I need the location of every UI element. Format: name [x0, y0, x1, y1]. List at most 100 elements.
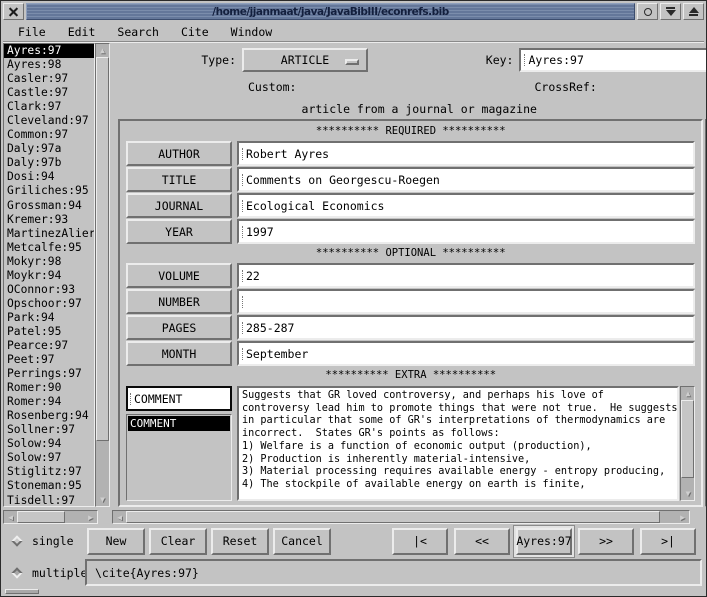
scroll-up-icon[interactable]: ▲ [681, 387, 694, 400]
scrollbar-thumb[interactable] [96, 57, 109, 441]
field-input-month[interactable]: September [237, 341, 695, 366]
sidebar-item-pearce-97[interactable]: Pearce:97 [4, 339, 94, 353]
field-label-author[interactable]: AUTHOR [126, 141, 232, 166]
cancel-button[interactable]: Cancel [273, 528, 331, 555]
scrollbar-thumb[interactable] [17, 511, 65, 523]
sidebar-item-kremer-93[interactable]: Kremer:93 [4, 213, 94, 227]
sidebar-item-martinezalier-9[interactable]: MartinezAlier:9 [4, 227, 94, 241]
clear-button[interactable]: Clear [149, 528, 207, 555]
sidebar-item-grossman-94[interactable]: Grossman:94 [4, 199, 94, 213]
field-label-year[interactable]: YEAR [126, 219, 232, 244]
nav-prev-button[interactable]: << [454, 528, 510, 555]
sidebar-item-ayres-98[interactable]: Ayres:98 [4, 58, 94, 72]
sidebar-item-moykr-94[interactable]: Moykr:94 [4, 269, 94, 283]
scrollbar-trough[interactable] [17, 511, 84, 523]
menu-cite[interactable]: Cite [170, 23, 220, 41]
sidebar-item-stoneman-95[interactable]: Stoneman:95 [4, 479, 94, 493]
sidebar-item-peet-97[interactable]: Peet:97 [4, 353, 94, 367]
sidebar-item-daly-97a[interactable]: Daly:97a [4, 142, 94, 156]
cite-output[interactable]: \cite{Ayres:97} [85, 559, 702, 586]
field-input-journal[interactable]: Ecological Economics [237, 193, 695, 218]
nav-last-button[interactable]: >| [640, 528, 696, 555]
menu-window[interactable]: Window [220, 23, 284, 41]
key-input[interactable]: Ayres:97 [519, 48, 707, 72]
comment-scrollbar[interactable]: ▲ ▼ [680, 386, 695, 501]
comment-textarea[interactable]: Suggests that GR loved controversy, and … [237, 386, 679, 501]
nav-current-key[interactable]: Ayres:97 [516, 528, 572, 555]
raise-button[interactable] [683, 3, 704, 20]
field-input-author[interactable]: Robert Ayres [237, 141, 695, 166]
scroll-right-icon[interactable]: ▶ [676, 511, 689, 523]
sidebar-item-common-97[interactable]: Common:97 [4, 128, 94, 142]
field-label-journal[interactable]: JOURNAL [126, 193, 232, 218]
nav-first-button[interactable]: |< [392, 528, 448, 555]
field-row-author: AUTHORRobert Ayres [126, 141, 695, 166]
sidebar-item-daly-97b[interactable]: Daly:97b [4, 156, 94, 170]
scroll-left-icon[interactable]: ◀ [4, 511, 17, 523]
extra-field-item-comment[interactable]: COMMENT [128, 416, 230, 431]
field-label-title[interactable]: TITLE [126, 167, 232, 192]
sidebar-item-griliches-95[interactable]: Griliches:95 [4, 184, 94, 198]
scrollbar-trough[interactable] [126, 511, 676, 523]
lower-button[interactable] [660, 3, 681, 20]
iconify-button[interactable] [637, 3, 658, 20]
new-button[interactable]: New [87, 528, 145, 555]
menu-file[interactable]: File [7, 23, 57, 41]
sidebar-item-opschoor-97[interactable]: Opschoor:97 [4, 297, 94, 311]
sidebar-item-casler-97[interactable]: Casler:97 [4, 72, 94, 86]
scrollbar-trough[interactable] [681, 400, 694, 487]
sidebar-item-ayres-97[interactable]: Ayres:97 [4, 44, 94, 58]
sidebar-item-tisdell-97[interactable]: Tisdell:97 [4, 494, 94, 508]
scroll-right-icon[interactable]: ▶ [84, 511, 97, 523]
form-hscrollbar[interactable]: ◀ ▶ [112, 510, 690, 524]
scroll-up-icon[interactable]: ▲ [96, 44, 109, 57]
sidebar-item-rosenberg-94[interactable]: Rosenberg:94 [4, 409, 94, 423]
reference-list-scrollbar[interactable]: ▲ ▼ [95, 43, 110, 507]
nav-next-button[interactable]: >> [578, 528, 634, 555]
sidebar-item-perrings-97[interactable]: Perrings:97 [4, 367, 94, 381]
field-input-volume[interactable]: 22 [237, 263, 695, 288]
scrollbar-trough[interactable] [96, 57, 109, 493]
reference-list-hscrollbar[interactable]: ◀ ▶ [3, 510, 98, 524]
sidebar-item-sollner-97[interactable]: Sollner:97 [4, 423, 94, 437]
field-label-month[interactable]: MONTH [126, 341, 232, 366]
resize-grip[interactable] [5, 589, 39, 594]
reference-list[interactable]: Ayres:97Ayres:98Casler:97Castle:97Clark:… [3, 43, 95, 507]
sidebar-item-solow-97[interactable]: Solow:97 [4, 451, 94, 465]
scroll-down-icon[interactable]: ▼ [96, 493, 109, 506]
sidebar-item-romer-90[interactable]: Romer:90 [4, 381, 94, 395]
field-input-title[interactable]: Comments on Georgescu-Roegen [237, 167, 695, 192]
sidebar-item-clark-97[interactable]: Clark:97 [4, 100, 94, 114]
sidebar-item-oconnor-93[interactable]: OConnor:93 [4, 283, 94, 297]
sidebar-item-castle-97[interactable]: Castle:97 [4, 86, 94, 100]
scroll-down-icon[interactable]: ▼ [681, 487, 694, 500]
close-button[interactable] [3, 3, 24, 20]
sidebar-item-patel-95[interactable]: Patel:95 [4, 325, 94, 339]
field-label-volume[interactable]: VOLUME [126, 263, 232, 288]
sidebar-item-romer-94[interactable]: Romer:94 [4, 395, 94, 409]
field-label-number[interactable]: NUMBER [126, 289, 232, 314]
mode-multiple-radio[interactable]: multiple [3, 566, 85, 580]
sidebar-item-solow-94[interactable]: Solow:94 [4, 437, 94, 451]
scroll-left-icon[interactable]: ◀ [113, 511, 126, 523]
field-input-pages[interactable]: 285-287 [237, 315, 695, 340]
field-input-year[interactable]: 1997 [237, 219, 695, 244]
field-label-pages[interactable]: PAGES [126, 315, 232, 340]
sidebar-item-cleveland-97[interactable]: Cleveland:97 [4, 114, 94, 128]
mode-single-radio[interactable]: single [3, 534, 85, 548]
field-input-number[interactable] [237, 289, 695, 314]
sidebar-item-metcalfe-95[interactable]: Metcalfe:95 [4, 241, 94, 255]
reset-button[interactable]: Reset [211, 528, 269, 555]
sidebar-item-park-94[interactable]: Park:94 [4, 311, 94, 325]
scrollbar-thumb[interactable] [681, 400, 694, 478]
sidebar-item-dosi-94[interactable]: Dosi:94 [4, 170, 94, 184]
type-dropdown[interactable]: ARTICLE [242, 48, 368, 72]
extra-field-name-input[interactable]: COMMENT [126, 386, 232, 411]
required-fields: AUTHORRobert AyresTITLEComments on Georg… [124, 140, 697, 245]
menu-search[interactable]: Search [106, 23, 170, 41]
extra-field-list[interactable]: COMMENT [126, 414, 232, 501]
sidebar-item-stiglitz-97[interactable]: Stiglitz:97 [4, 465, 94, 479]
menu-edit[interactable]: Edit [57, 23, 107, 41]
sidebar-item-mokyr-98[interactable]: Mokyr:98 [4, 255, 94, 269]
scrollbar-thumb[interactable] [126, 511, 660, 523]
